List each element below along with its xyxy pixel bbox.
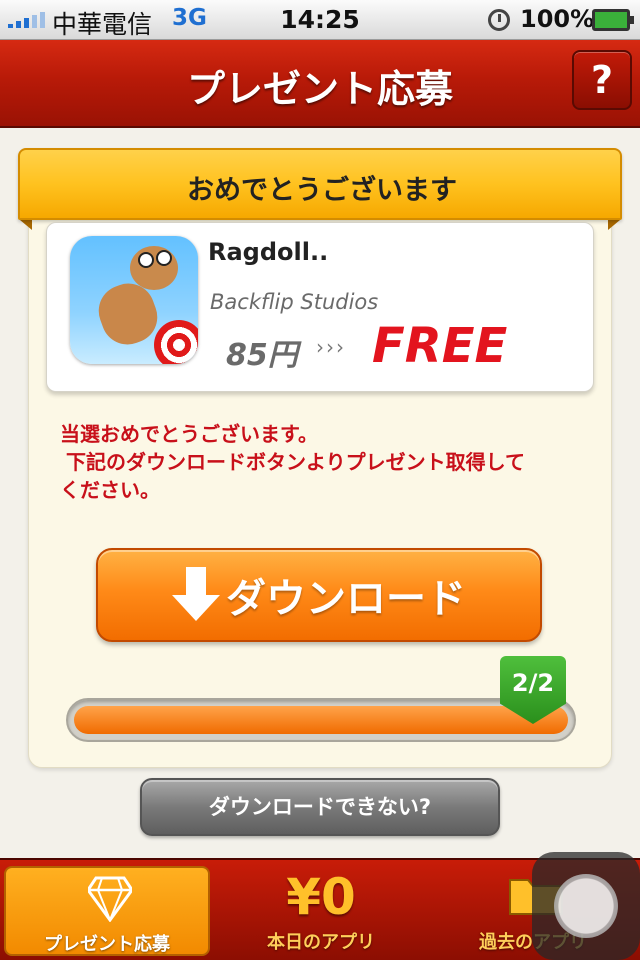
download-arrow-icon bbox=[172, 567, 220, 623]
winner-message: 当選おめでとうございます。 下記のダウンロードボタンよりプレゼント取得して くだ… bbox=[60, 420, 590, 504]
ribbon-fold-right bbox=[608, 220, 620, 230]
app-original-price: 85円 bbox=[226, 338, 298, 373]
tab-present[interactable]: プレゼント応募 bbox=[4, 866, 210, 956]
yen-icon: ¥0 bbox=[286, 868, 356, 926]
ribbon-fold-left bbox=[20, 220, 32, 230]
ragdoll-head bbox=[130, 246, 178, 290]
alarm-icon bbox=[488, 9, 510, 31]
message-line: 当選おめでとうございます。 bbox=[60, 422, 318, 446]
tab-label: 本日のアプリ bbox=[267, 932, 375, 953]
download-button[interactable]: ダウンロード bbox=[96, 548, 542, 642]
cant-download-button[interactable]: ダウンロードできない? bbox=[140, 778, 500, 836]
assistive-touch-button[interactable] bbox=[532, 852, 640, 960]
tab-today-app[interactable]: ¥0 本日のアプリ bbox=[218, 866, 424, 956]
app-free-label: FREE bbox=[372, 318, 508, 374]
status-bar: 中華電信 3G 14:25 100% bbox=[0, 0, 640, 40]
ribbon-title: おめでとうございます bbox=[187, 175, 457, 206]
app-name: Ragdoll.. bbox=[208, 238, 329, 266]
nav-header: プレゼント応募 ? bbox=[0, 40, 640, 128]
download-label: ダウンロード bbox=[226, 576, 466, 622]
app-developer: Backflip Studios bbox=[210, 290, 379, 314]
battery-icon bbox=[592, 9, 634, 31]
congrats-ribbon: おめでとうございます bbox=[18, 148, 622, 220]
battery-percent: 100% bbox=[520, 5, 595, 33]
message-line: 下記のダウンロードボタンよりプレゼント取得して bbox=[66, 450, 525, 474]
app-icon bbox=[70, 236, 198, 364]
help-button[interactable]: ? bbox=[572, 50, 632, 110]
message-line: ください。 bbox=[60, 478, 160, 502]
page-title: プレゼント応募 bbox=[186, 67, 453, 111]
progress-fill bbox=[74, 706, 568, 734]
target-graphic bbox=[154, 320, 198, 364]
tab-label: プレゼント応募 bbox=[44, 934, 170, 955]
price-arrow: ››› bbox=[316, 335, 346, 359]
diamond-icon bbox=[88, 876, 132, 922]
